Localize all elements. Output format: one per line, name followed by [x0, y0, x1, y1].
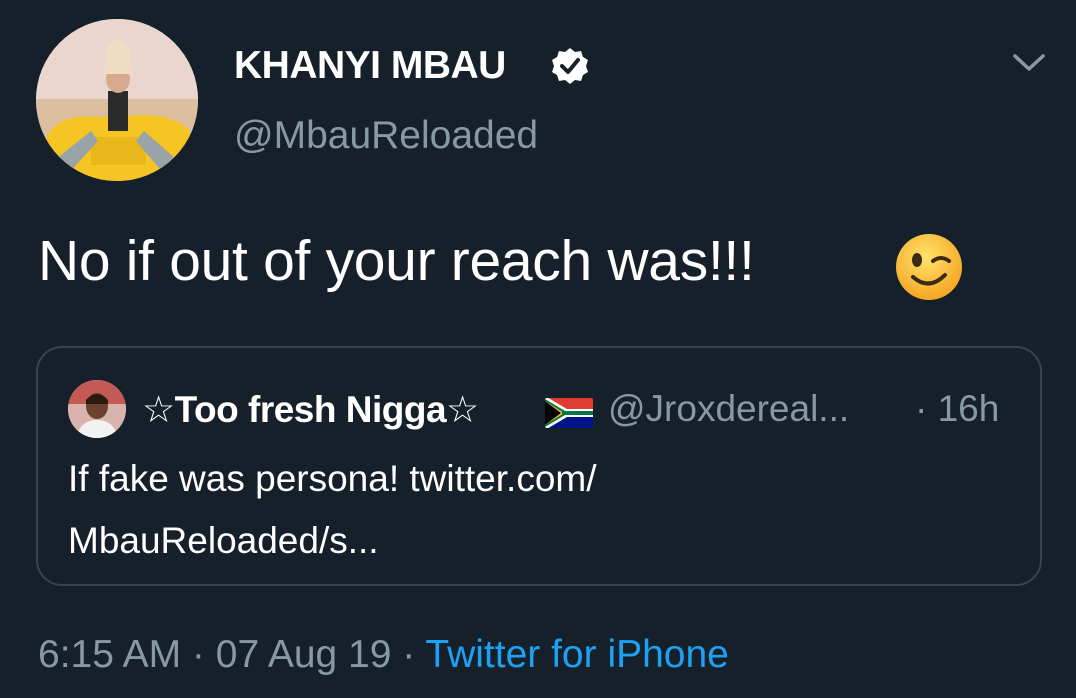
winking-face-icon: [896, 234, 962, 300]
avatar-image: [36, 19, 198, 181]
author-handle[interactable]: @MbauReloaded: [234, 114, 538, 158]
quoted-tweet-text: If fake was persona! twitter.com/ MbauRe…: [68, 448, 968, 572]
tweet-time[interactable]: 6:15 AM: [38, 633, 181, 676]
author-name[interactable]: KHANYI MBAU: [234, 44, 506, 88]
quoted-author-avatar: [68, 380, 126, 438]
tweet-source-link[interactable]: Twitter for iPhone: [425, 633, 728, 676]
tweet-detail: KHANYI MBAU @MbauReloaded No if out of y…: [0, 0, 1076, 698]
quoted-tweet-card[interactable]: ☆Too fresh Nigga☆ @Jroxdereal... · 16h I…: [36, 346, 1042, 586]
tweet-meta: 6:15 AM · 07 Aug 19 · Twitter for iPhone: [38, 633, 729, 677]
meta-separator: ·: [391, 633, 426, 676]
quoted-tweet-text-line2: MbauReloaded/s...: [68, 520, 379, 561]
meta-separator: ·: [181, 633, 216, 676]
tweet-date[interactable]: 07 Aug 19: [216, 633, 392, 676]
quoted-avatar-image: [68, 380, 126, 438]
author-avatar[interactable]: [36, 19, 198, 181]
chevron-down-icon[interactable]: [1012, 52, 1046, 74]
quoted-author-handle: @Jroxdereal...: [608, 388, 850, 429]
quoted-author-name: ☆Too fresh Nigga☆: [142, 389, 479, 430]
quoted-tweet-time: · 16h: [915, 388, 1000, 429]
verified-badge-icon: [552, 48, 588, 84]
quoted-tweet-text-line1: If fake was persona! twitter.com/: [68, 458, 597, 499]
tweet-text: No if out of your reach was!!!: [38, 229, 755, 293]
south-africa-flag-icon: [545, 398, 593, 428]
